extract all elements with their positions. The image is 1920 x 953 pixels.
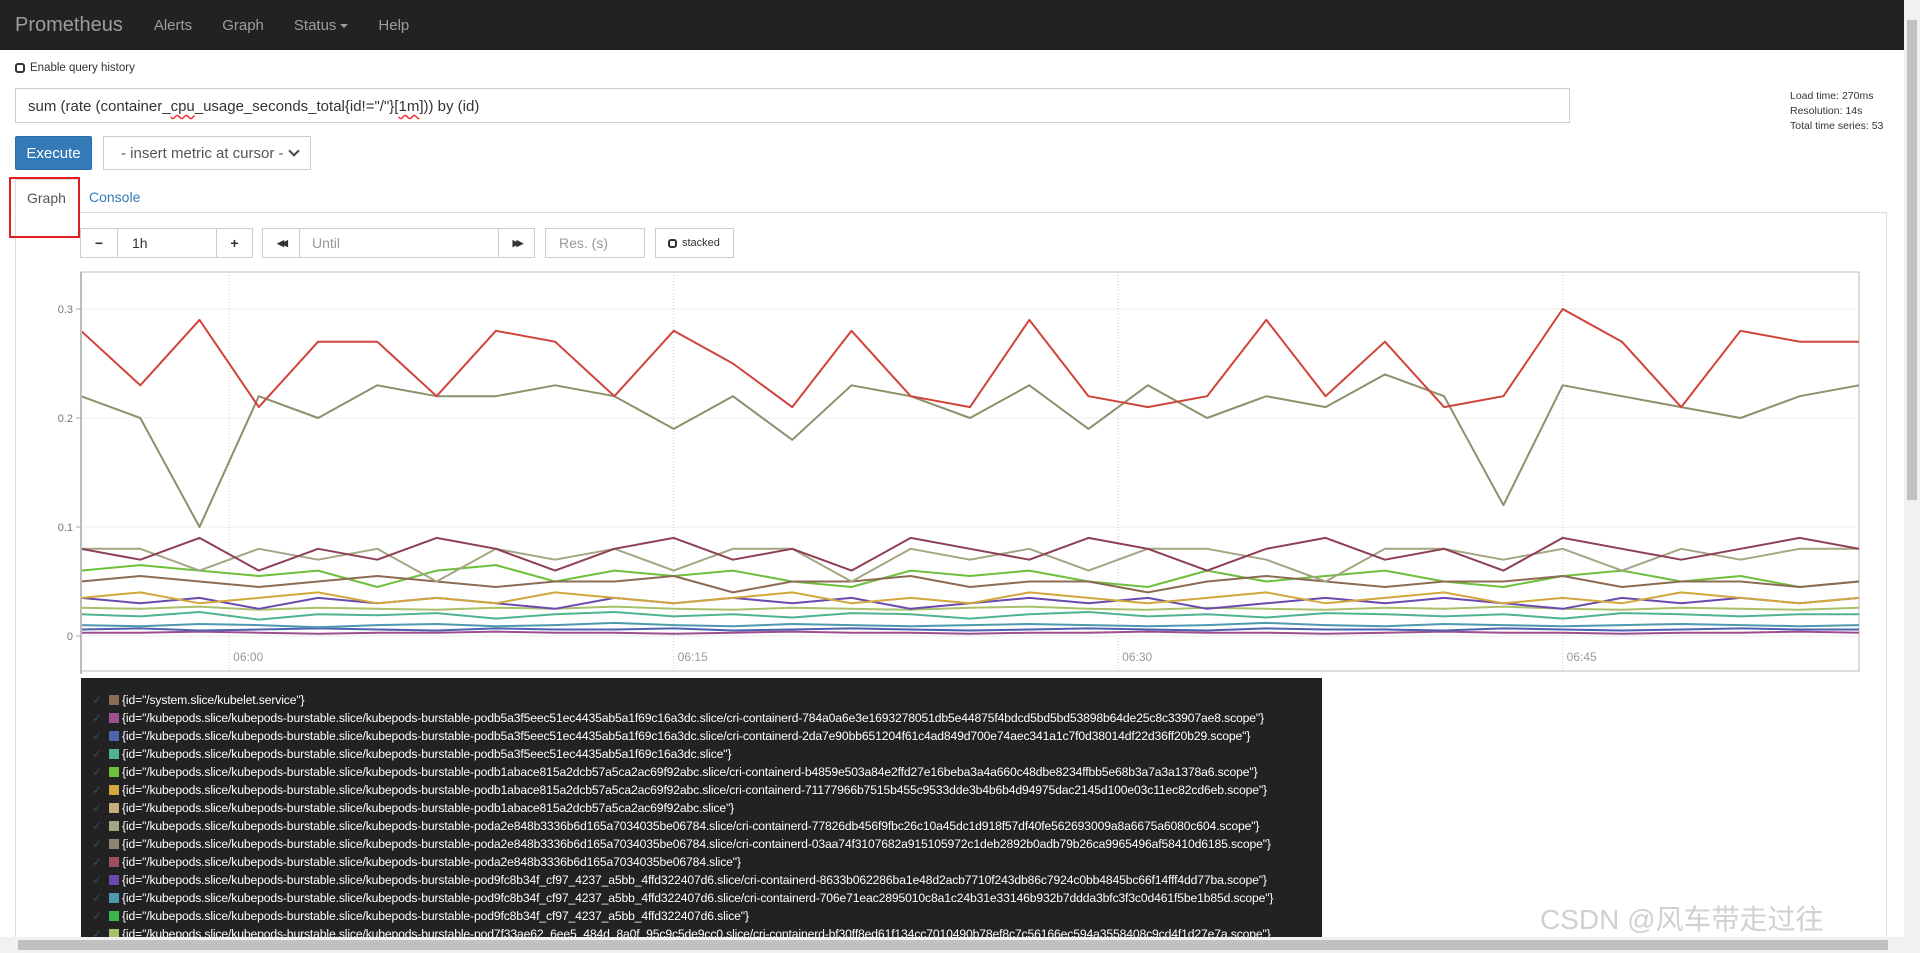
legend-label: {id="/kubepods.slice/kubepods-burstable.… — [122, 729, 1251, 743]
series-color-swatch — [109, 749, 119, 759]
check-icon: ✓ — [92, 909, 102, 923]
legend-label: {id="/kubepods.slice/kubepods-burstable.… — [122, 873, 1267, 887]
series-color-swatch — [109, 785, 119, 795]
legend-item[interactable]: ✓ {id="/kubepods.slice/kubepods-burstable… — [81, 889, 1322, 907]
series-color-swatch — [109, 929, 119, 937]
legend-label: {id="/kubepods.slice/kubepods-burstable.… — [122, 837, 1271, 851]
legend-label: {id="/kubepods.slice/kubepods-burstable.… — [122, 747, 732, 761]
check-icon: ✓ — [92, 783, 102, 797]
legend-label: {id="/kubepods.slice/kubepods-burstable.… — [122, 909, 749, 923]
check-icon: ✓ — [92, 855, 102, 869]
y-tick-label: 0.2 — [58, 413, 73, 425]
check-icon: ✓ — [92, 873, 102, 887]
check-icon: ✓ — [92, 927, 102, 937]
series-color-swatch — [109, 911, 119, 921]
x-tick-label: 06:45 — [1567, 650, 1597, 664]
horizontal-scrollbar[interactable] — [0, 937, 1920, 953]
check-icon: ✓ — [92, 765, 102, 779]
legend-item[interactable]: ✓ {id="/system.slice/kubelet.service"} — [81, 691, 1322, 709]
vertical-scrollbar[interactable] — [1904, 0, 1920, 937]
legend-label: {id="/kubepods.slice/kubepods-burstable.… — [122, 801, 735, 815]
x-tick-label: 06:00 — [233, 650, 263, 664]
y-tick-label: 0.3 — [58, 304, 73, 316]
series-color-swatch — [109, 893, 119, 903]
legend-item[interactable]: ✓ {id="/kubepods.slice/kubepods-burstable… — [81, 853, 1322, 871]
check-icon: ✓ — [92, 729, 102, 743]
check-icon: ✓ — [92, 747, 102, 761]
graph-legend: ✓ {id="/system.slice/kubelet.service"} ✓ {i… — [81, 678, 1322, 937]
check-icon: ✓ — [92, 711, 102, 725]
check-icon: ✓ — [92, 693, 102, 707]
x-tick-label: 06:30 — [1122, 650, 1152, 664]
series-color-swatch — [109, 767, 119, 777]
series-color-swatch — [109, 857, 119, 867]
x-tick-label: 06:15 — [678, 650, 708, 664]
scrollbar-thumb[interactable] — [18, 940, 1888, 950]
check-icon: ✓ — [92, 837, 102, 851]
legend-label: {id="/system.slice/kubelet.service"} — [122, 693, 305, 707]
watermark: CSDN @风车带走过往 — [1540, 904, 1824, 935]
legend-item[interactable]: ✓ {id="/kubepods.slice/kubepods-burstable… — [81, 709, 1322, 727]
check-icon: ✓ — [92, 891, 102, 905]
series-color-swatch — [109, 695, 119, 705]
series-color-swatch — [109, 821, 119, 831]
legend-item[interactable]: ✓ {id="/kubepods.slice/kubepods-burstable… — [81, 727, 1322, 745]
graph-chart[interactable]: 0 0.1 0.2 0.3 06:00 06:15 06:30 06:45 — [0, 0, 1904, 680]
series-color-swatch — [109, 875, 119, 885]
series-color-swatch — [109, 731, 119, 741]
legend-label: {id="/kubepods.slice/kubepods-burstable.… — [122, 855, 741, 869]
legend-item[interactable]: ✓ {id="/kubepods.slice/kubepods-burstable… — [81, 907, 1322, 925]
legend-item[interactable]: ✓ {id="/kubepods.slice/kubepods-burstable… — [81, 925, 1322, 937]
legend-label: {id="/kubepods.slice/kubepods-burstable.… — [122, 783, 1267, 797]
legend-label: {id="/kubepods.slice/kubepods-burstable.… — [122, 927, 1271, 937]
legend-item[interactable]: ✓ {id="/kubepods.slice/kubepods-burstable… — [81, 835, 1322, 853]
legend-label: {id="/kubepods.slice/kubepods-burstable.… — [122, 819, 1260, 833]
legend-label: {id="/kubepods.slice/kubepods-burstable.… — [122, 765, 1258, 779]
legend-item[interactable]: ✓ {id="/kubepods.slice/kubepods-burstable… — [81, 781, 1322, 799]
y-tick-label: 0.1 — [58, 522, 73, 534]
legend-item[interactable]: ✓ {id="/kubepods.slice/kubepods-burstable… — [81, 745, 1322, 763]
check-icon: ✓ — [92, 801, 102, 815]
scrollbar-thumb[interactable] — [1907, 20, 1917, 500]
legend-item[interactable]: ✓ {id="/kubepods.slice/kubepods-burstable… — [81, 817, 1322, 835]
legend-item[interactable]: ✓ {id="/kubepods.slice/kubepods-burstable… — [81, 799, 1322, 817]
series-color-swatch — [109, 803, 119, 813]
y-tick-label: 0 — [67, 631, 73, 643]
legend-label: {id="/kubepods.slice/kubepods-burstable.… — [122, 711, 1265, 725]
series-color-swatch — [109, 713, 119, 723]
legend-label: {id="/kubepods.slice/kubepods-burstable.… — [122, 891, 1274, 905]
legend-item[interactable]: ✓ {id="/kubepods.slice/kubepods-burstable… — [81, 763, 1322, 781]
plot-area — [80, 271, 1860, 672]
series-color-swatch — [109, 839, 119, 849]
check-icon: ✓ — [92, 819, 102, 833]
legend-item[interactable]: ✓ {id="/kubepods.slice/kubepods-burstable… — [81, 871, 1322, 889]
